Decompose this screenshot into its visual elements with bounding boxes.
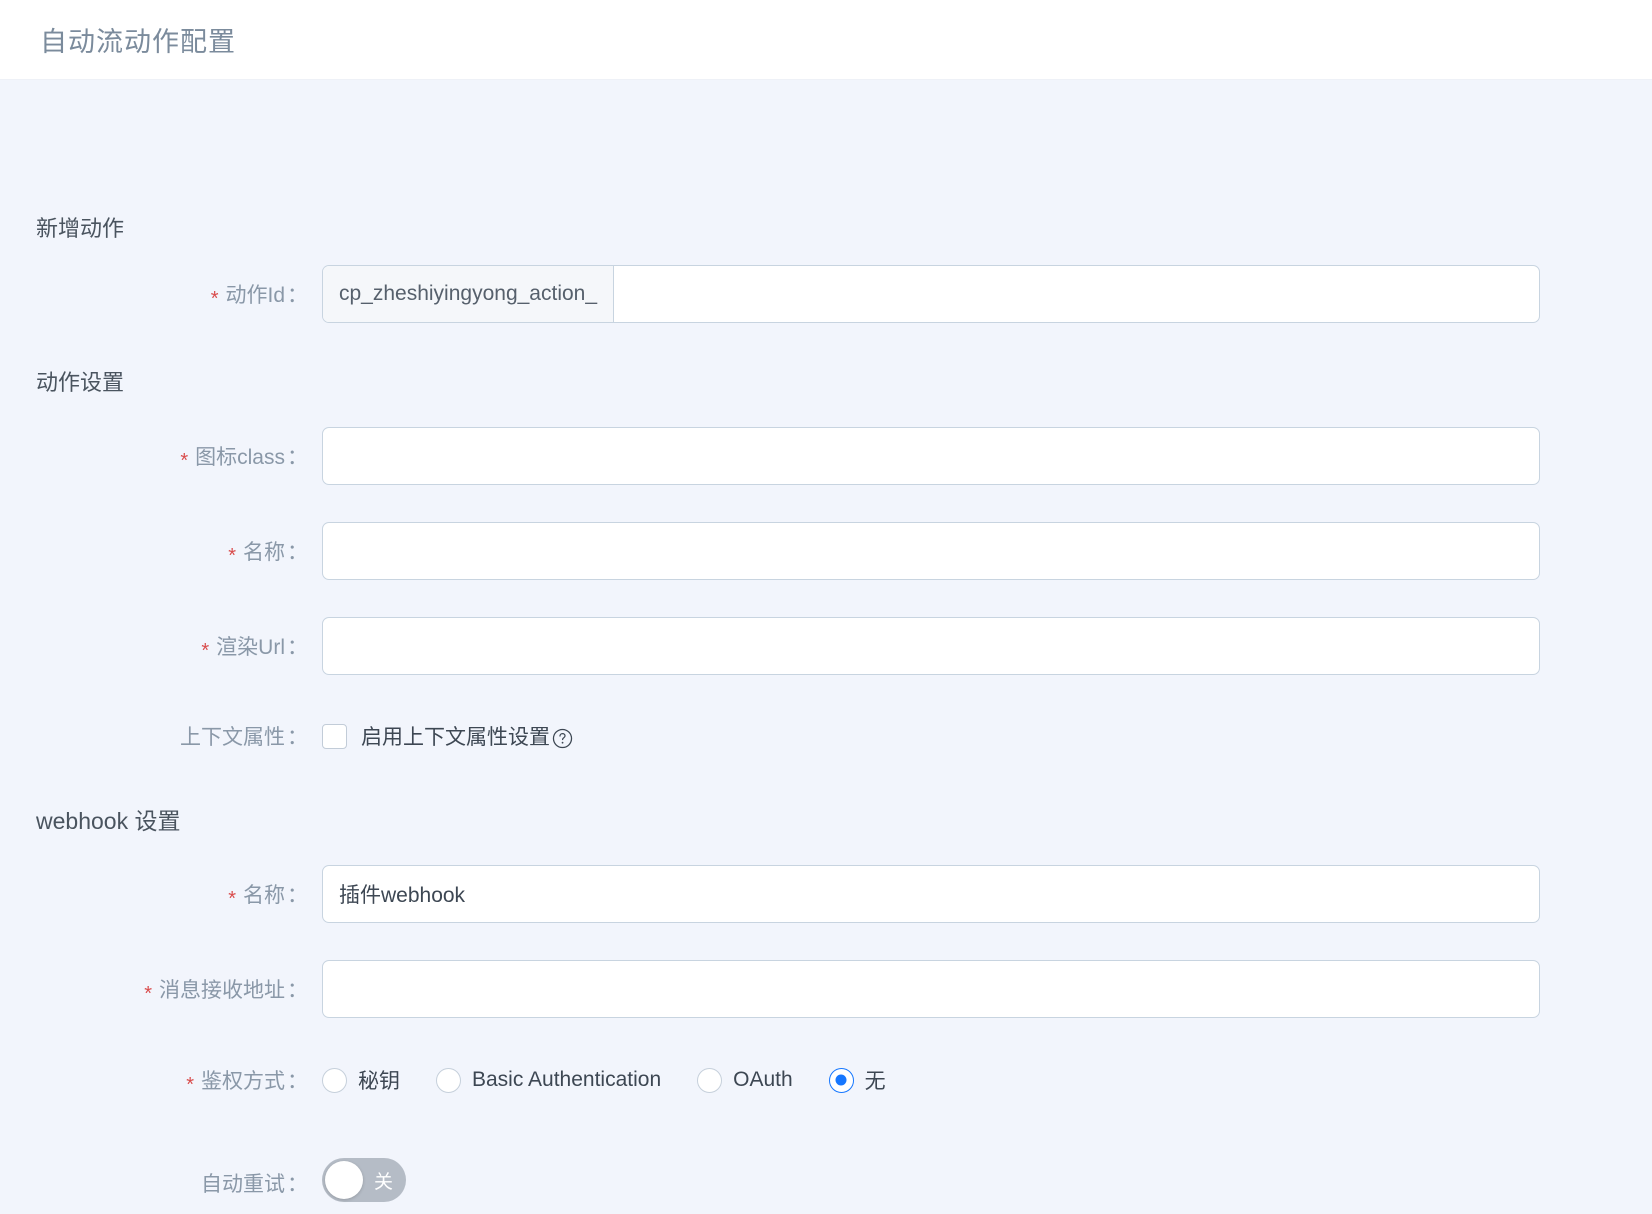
label-text: 图标class bbox=[195, 446, 285, 469]
label-colon: ： bbox=[287, 884, 308, 907]
control-webhook-name bbox=[322, 865, 1652, 923]
label-auth-type: * 鉴权方式： bbox=[0, 1065, 322, 1096]
form-row-context-attr: 上下文属性： 启用上下文属性设置 bbox=[0, 721, 1652, 751]
required-asterisk: * bbox=[201, 640, 210, 662]
control-webhook-url bbox=[322, 960, 1652, 1018]
label-text: 自动重试 bbox=[201, 1172, 285, 1196]
label-colon: ： bbox=[287, 446, 308, 469]
form-row-webhook-name: * 名称： bbox=[0, 865, 1652, 923]
radio-dot[interactable] bbox=[828, 1067, 854, 1093]
label-colon: ： bbox=[287, 636, 308, 659]
label-action-id: * 动作Id： bbox=[0, 279, 322, 310]
radio-auth-none[interactable]: 无 bbox=[828, 1065, 886, 1095]
required-asterisk: * bbox=[186, 1074, 194, 1096]
required-asterisk: * bbox=[228, 545, 236, 567]
radio-auth-secret-key[interactable]: 秘钥 bbox=[322, 1065, 400, 1095]
required-asterisk: * bbox=[210, 288, 219, 310]
context-attr-checkbox-label[interactable]: 启用上下文属性设置 bbox=[361, 721, 573, 751]
webhook-url-input[interactable] bbox=[322, 960, 1540, 1018]
required-asterisk: * bbox=[228, 888, 236, 910]
question-circle-icon[interactable] bbox=[552, 728, 573, 749]
label-name: * 名称： bbox=[0, 536, 322, 567]
radio-auth-oauth[interactable]: OAuth bbox=[697, 1067, 793, 1093]
label-colon: ： bbox=[287, 726, 308, 749]
webhook-name-input[interactable] bbox=[322, 865, 1540, 923]
label-colon: ： bbox=[287, 979, 308, 1002]
form-row-name: * 名称： bbox=[0, 522, 1652, 580]
form-row-render-url: * 渲染Url： bbox=[0, 617, 1652, 675]
radio-dot[interactable] bbox=[322, 1067, 347, 1093]
radio-dot[interactable] bbox=[436, 1067, 461, 1093]
form-row-auth-type: * 鉴权方式： 秘钥 Basic Authentication OAuth 无 bbox=[0, 1065, 1652, 1096]
label-text: 上下文属性 bbox=[180, 726, 285, 749]
label-auto-retry: 自动重试： bbox=[0, 1168, 322, 1198]
required-asterisk: * bbox=[144, 983, 152, 1005]
radio-auth-basic[interactable]: Basic Authentication bbox=[436, 1067, 662, 1093]
label-text: 渲染Url bbox=[216, 636, 285, 659]
label-text: 名称 bbox=[243, 884, 285, 907]
radio-dot[interactable] bbox=[697, 1067, 723, 1093]
label-text: 动作Id bbox=[225, 284, 285, 307]
label-webhook-url: * 消息接收地址： bbox=[0, 974, 322, 1005]
checkbox-label-text: 启用上下文属性设置 bbox=[361, 726, 550, 749]
radio-label: 秘钥 bbox=[358, 1070, 400, 1093]
label-colon: ： bbox=[287, 541, 308, 564]
action-id-input-group[interactable]: cp_zheshiyingyong_action_ bbox=[322, 265, 1540, 323]
page-title: 自动流动作配置 bbox=[40, 27, 236, 57]
auth-type-radio-group: 秘钥 Basic Authentication OAuth 无 bbox=[322, 1065, 1652, 1095]
radio-label: 无 bbox=[864, 1070, 886, 1093]
label-colon: ： bbox=[287, 284, 308, 307]
form-body: 新增动作 * 动作Id： cp_zheshiyingyong_action_ 动作… bbox=[0, 80, 1652, 1214]
action-id-prefix-addon: cp_zheshiyingyong_action_ bbox=[323, 266, 615, 322]
name-input[interactable] bbox=[322, 522, 1540, 580]
radio-label: Basic Authentication bbox=[472, 1068, 662, 1091]
label-text: 名称 bbox=[243, 541, 285, 564]
control-auto-retry: 关 bbox=[322, 1158, 1652, 1207]
form-row-icon-class: * 图标class： bbox=[0, 427, 1652, 485]
label-render-url: * 渲染Url： bbox=[0, 631, 322, 662]
context-attr-checkbox[interactable] bbox=[322, 723, 347, 749]
render-url-input[interactable] bbox=[322, 617, 1540, 675]
label-colon: ： bbox=[287, 1070, 308, 1093]
form-row-webhook-url: * 消息接收地址： bbox=[0, 960, 1652, 1018]
toggle-state-text: 关 bbox=[373, 1171, 393, 1193]
form-row-auto-retry: 自动重试： 关 bbox=[0, 1158, 1652, 1207]
control-render-url bbox=[322, 617, 1652, 675]
radio-label: OAuth bbox=[733, 1068, 793, 1091]
section-title-webhook-settings: webhook 设置 bbox=[36, 808, 181, 834]
control-action-id: cp_zheshiyingyong_action_ bbox=[322, 265, 1652, 323]
form-row-action-id: * 动作Id： cp_zheshiyingyong_action_ bbox=[0, 265, 1652, 323]
label-text: 鉴权方式 bbox=[201, 1070, 285, 1093]
required-asterisk: * bbox=[180, 450, 189, 472]
control-name bbox=[322, 522, 1652, 580]
auto-retry-toggle[interactable]: 关 bbox=[322, 1158, 406, 1202]
label-context-attr: 上下文属性： bbox=[0, 721, 322, 751]
control-context-attr: 启用上下文属性设置 bbox=[322, 721, 1652, 751]
control-auth-type: 秘钥 Basic Authentication OAuth 无 bbox=[322, 1065, 1652, 1095]
context-attr-checkbox-wrap[interactable]: 启用上下文属性设置 bbox=[322, 721, 1652, 751]
icon-class-input[interactable] bbox=[322, 427, 1540, 485]
page-header: 自动流动作配置 bbox=[0, 0, 1652, 80]
section-title-add-action: 新增动作 bbox=[36, 216, 125, 241]
control-icon-class bbox=[322, 427, 1652, 485]
section-title-action-settings: 动作设置 bbox=[36, 370, 125, 395]
label-icon-class: * 图标class： bbox=[0, 441, 322, 472]
toggle-knob bbox=[325, 1161, 363, 1199]
label-text: 消息接收地址 bbox=[159, 979, 285, 1002]
label-colon: ： bbox=[287, 1172, 308, 1196]
label-webhook-name: * 名称： bbox=[0, 879, 322, 910]
action-id-input[interactable] bbox=[614, 266, 1539, 322]
